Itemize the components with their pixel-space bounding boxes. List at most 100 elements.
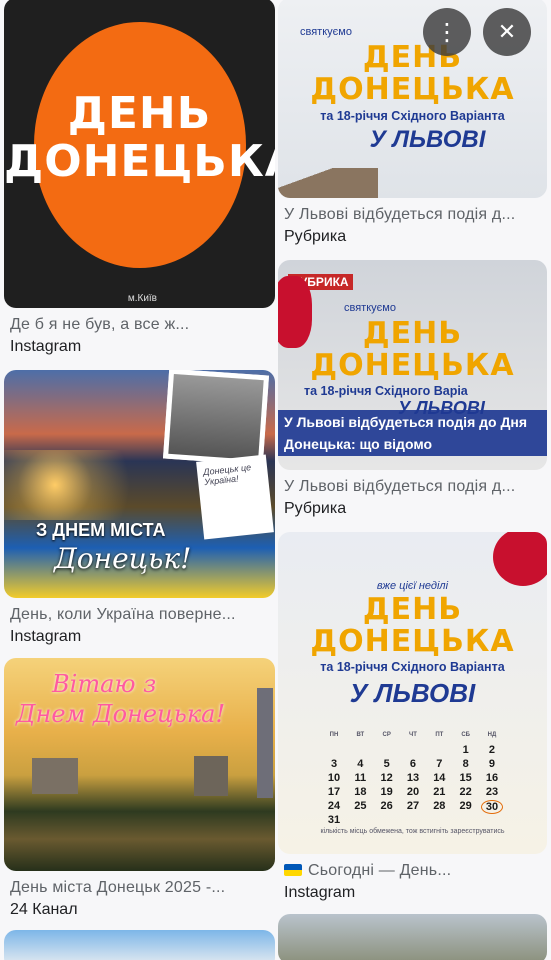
result-thumbnail[interactable] <box>278 914 547 960</box>
result-source[interactable]: Instagram <box>278 883 547 903</box>
calendar-day: 11 <box>354 772 367 784</box>
poster-subtitle: та 18-річчя Східного Варіанта <box>320 660 505 674</box>
photo-frame <box>162 370 270 466</box>
night-city-lights <box>4 450 174 520</box>
poster-city: Донецьк! <box>54 542 192 575</box>
calendar-day: 8 <box>462 758 469 770</box>
calendar-weekday: ЧТ <box>409 732 417 738</box>
calendar-day <box>402 814 424 828</box>
calendar-day: 18 <box>354 786 367 798</box>
calendar-day: 24 <box>327 800 341 812</box>
poster-kicker: святкуємо <box>300 26 352 38</box>
calendar-day <box>349 744 371 758</box>
calendar-day <box>402 744 424 758</box>
result-source[interactable]: Instagram <box>4 627 275 647</box>
result-caption[interactable]: День, коли Україна поверне... <box>4 605 275 625</box>
result-source[interactable]: Рубрика <box>278 499 547 519</box>
building <box>194 756 228 796</box>
result-card[interactable]: Донецьк це Україна! З ДНЕМ МІСТА Донецьк… <box>4 370 275 647</box>
calendar-week: 3 4 5 6 7 8 9 <box>323 758 503 772</box>
calendar-week: 10 11 12 13 14 15 16 <box>323 772 503 786</box>
calendar-day: 31 <box>327 814 341 826</box>
rock-image <box>278 168 378 198</box>
calendar-week: 12 <box>323 744 503 758</box>
result-card[interactable]: Вітаю з Днем Донецька! День міста Донець… <box>4 658 275 920</box>
result-thumbnail[interactable]: ДЕНЬ ДОНЕЦЬКА м.Київ <box>4 0 275 308</box>
result-card[interactable]: ДЕНЬ ДОНЕЦЬКА м.Київ Де б я не був, а вс… <box>4 0 275 357</box>
calendar-day: 7 <box>436 758 443 770</box>
calendar-day: 28 <box>433 800 446 812</box>
calendar-weekday: СР <box>382 732 391 738</box>
poster-title: ДЕНЬ ДОНЕЦЬКА <box>310 316 515 383</box>
calendar-day: 2 <box>488 744 496 756</box>
calendar-day: 17 <box>327 786 341 798</box>
poster-title: ДЕНЬ ДОНЕЦЬКА <box>310 592 515 659</box>
result-source[interactable]: 24 Канал <box>4 900 275 920</box>
result-thumbnail[interactable]: РУБРИКА святкуємо ДЕНЬ ДОНЕЦЬКА та 18-рі… <box>278 260 547 470</box>
poster-kicker: вже цієї неділі <box>376 580 449 592</box>
result-card[interactable]: вже цієї неділі ДЕНЬ ДОНЕЦЬКА та 18-річч… <box>278 532 547 903</box>
result-caption[interactable]: У Львові відбудеться подія д... <box>278 205 547 225</box>
calendar-week: 24 25 26 27 28 29 30 <box>323 800 503 814</box>
calendar-day <box>455 814 477 828</box>
calendar-day: 13 <box>406 772 420 784</box>
result-caption[interactable]: Сьогодні — День... <box>278 861 547 881</box>
ukraine-flag-icon <box>284 864 302 876</box>
calendar-day: 26 <box>380 800 393 812</box>
results-column-right: святкуємо ДЕНЬ ДОНЕЦЬКА та 18-річчя Схід… <box>278 0 547 960</box>
poster-city: У ЛЬВОВІ <box>369 126 486 153</box>
calendar-day <box>376 814 398 828</box>
result-card[interactable] <box>278 914 547 960</box>
calendar-day: 15 <box>459 772 472 784</box>
calendar-day: 1 <box>462 744 469 756</box>
city-label: м.Київ <box>127 293 157 304</box>
building <box>32 758 78 794</box>
calendar-day: 4 <box>357 758 364 770</box>
result-thumbnail[interactable]: святкуємо ДЕНЬ ДОНЕЦЬКА та 18-річчя Схід… <box>278 0 547 198</box>
result-caption[interactable]: Де б я не був, а все ж... <box>4 315 275 335</box>
calendar-day: 25 <box>354 800 367 812</box>
calendar-day: 27 <box>406 800 420 812</box>
result-thumbnail[interactable]: вже цієї неділі ДЕНЬ ДОНЕЦЬКА та 18-річч… <box>278 532 547 854</box>
result-thumbnail[interactable] <box>4 930 275 960</box>
calendar-day: 29 <box>459 800 472 812</box>
calendar-day: 30 <box>480 800 503 814</box>
poster-subtitle: та 18-річчя Східного Варіанта <box>320 109 505 123</box>
calendar-day: 23 <box>485 786 499 798</box>
calendar-week: 17 18 19 20 21 22 23 <box>323 786 503 800</box>
result-caption[interactable]: У Львові відбудеться подія д... <box>278 477 547 497</box>
close-icon[interactable]: ✕ <box>483 8 531 56</box>
calendar-day <box>428 744 450 758</box>
calendar-day <box>376 744 398 758</box>
building <box>257 688 273 798</box>
calendar-weekday: ПТ <box>435 732 444 738</box>
calendar-week: 31 <box>323 814 503 828</box>
result-card[interactable]: святкуємо ДЕНЬ ДОНЕЦЬКА та 18-річчя Схід… <box>278 0 547 247</box>
calendar-day: 21 <box>433 786 446 798</box>
poster-city: Днем Донецька! <box>16 700 226 728</box>
note-frame: Донецьк це Україна! <box>196 454 274 540</box>
calendar-weekday: НД <box>487 732 497 738</box>
poster-city: У ЛЬВОВІ <box>349 678 476 708</box>
calendar-day: 16 <box>485 772 499 784</box>
result-thumbnail[interactable]: Донецьк це Україна! З ДНЕМ МІСТА Донецьк… <box>4 370 275 598</box>
result-card[interactable] <box>4 930 275 960</box>
calendar-day: 12 <box>380 772 393 784</box>
result-card[interactable]: РУБРИКА святкуємо ДЕНЬ ДОНЕЦЬКА та 18-рі… <box>278 260 547 519</box>
result-source[interactable]: Рубрика <box>278 227 547 247</box>
poster-subtitle: та 18-річчя Східного Варіа <box>304 384 468 398</box>
result-caption[interactable]: День міста Донецьк 2025 -... <box>4 878 275 898</box>
calendar-weekday: СБ <box>461 732 470 738</box>
results-column-left: ДЕНЬ ДОНЕЦЬКА м.Київ Де б я не був, а вс… <box>4 0 275 960</box>
headline-banner: У Львові відбудеться подія до Дня Донець… <box>278 410 547 456</box>
rose-image <box>493 532 547 586</box>
result-source[interactable]: Instagram <box>4 337 275 357</box>
calendar-day: 22 <box>459 786 472 798</box>
calendar-day: 10 <box>327 772 341 784</box>
calendar-day <box>323 744 345 758</box>
more-vert-icon[interactable]: ⋮ <box>423 8 471 56</box>
calendar-day: 20 <box>406 786 420 798</box>
calendar-day <box>428 814 450 828</box>
result-thumbnail[interactable]: Вітаю з Днем Донецька! <box>4 658 275 871</box>
calendar-day: 3 <box>330 758 338 770</box>
